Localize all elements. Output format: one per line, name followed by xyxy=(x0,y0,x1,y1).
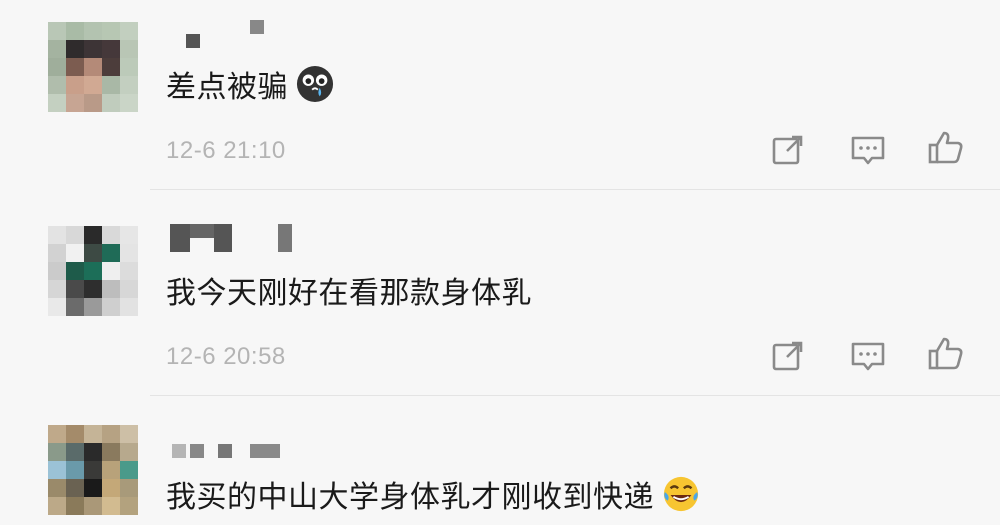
reply-button[interactable] xyxy=(848,130,888,170)
share-icon xyxy=(772,135,803,165)
share-icon xyxy=(772,341,803,371)
thumbs-up-icon xyxy=(928,131,963,164)
username-mosaic[interactable] xyxy=(166,224,306,252)
comment-text: 差点被骗 xyxy=(166,62,334,106)
like-button[interactable] xyxy=(926,334,966,374)
comment-time: 12-6 21:10 xyxy=(166,137,286,164)
avatar[interactable] xyxy=(48,22,138,112)
crying-face-emoji xyxy=(296,65,334,103)
share-button[interactable] xyxy=(768,130,808,170)
avatar[interactable] xyxy=(48,226,138,316)
username-mosaic[interactable] xyxy=(166,20,276,48)
share-button[interactable] xyxy=(768,336,808,376)
comment-icon xyxy=(851,342,885,371)
comment-text: 我买的中山大学身体乳才刚收到快递 xyxy=(166,472,700,516)
thumbs-up-icon xyxy=(928,337,963,370)
comment-text: 我今天刚好在看那款身体乳 xyxy=(166,276,532,311)
laughing-tears-emoji xyxy=(663,476,699,512)
username-mosaic[interactable] xyxy=(166,440,296,466)
divider xyxy=(150,395,1000,396)
avatar[interactable] xyxy=(48,425,138,515)
comment-icon xyxy=(851,136,885,165)
comment-time: 12-6 20:58 xyxy=(166,343,286,370)
divider xyxy=(150,189,1000,190)
reply-button[interactable] xyxy=(848,336,888,376)
like-button[interactable] xyxy=(926,128,966,168)
